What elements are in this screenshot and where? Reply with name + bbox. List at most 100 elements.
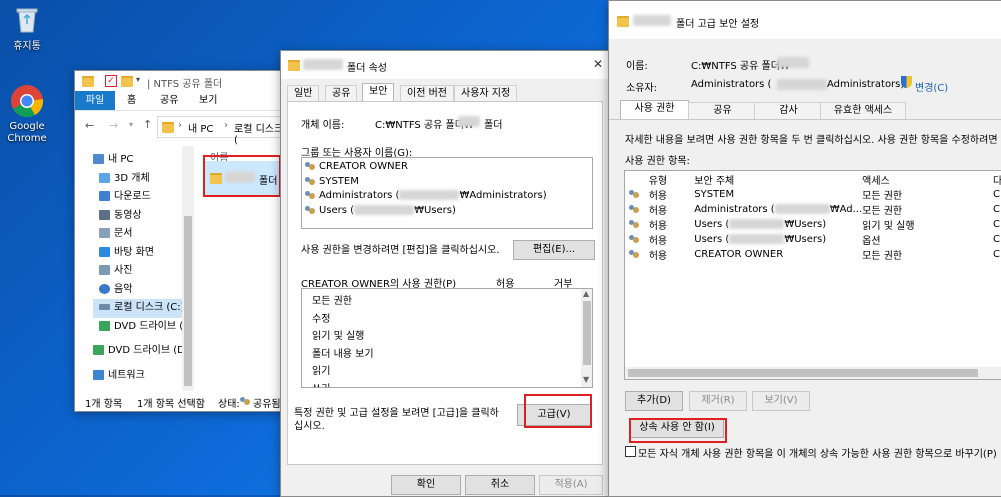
chevron-down-icon[interactable]: ▾: [136, 75, 140, 84]
dvd-icon: [93, 345, 104, 355]
group-item[interactable]: Administrators (₩Administrators): [305, 189, 589, 204]
add-button[interactable]: 추가(D): [625, 391, 683, 411]
ribbon-tabs: 파일 홈 공유 보기: [75, 91, 289, 111]
tab-share[interactable]: 공유: [688, 102, 757, 119]
folder-properties-dialog: 폴더 속성 ✕ 일반 공유 보안 이전 버전 사용자 지정 개체 이름: C:₩…: [280, 50, 610, 497]
desktop-icon-recycle-bin[interactable]: 휴지통: [0, 4, 57, 52]
explorer-title: | NTFS 공유 폴더: [147, 79, 223, 90]
up-arrow-icon[interactable]: ↑: [143, 118, 152, 131]
nav-item-documents[interactable]: 문서: [93, 225, 183, 244]
groups-list[interactable]: CREATOR OWNER SYSTEM Administrators (₩Ad…: [301, 157, 593, 229]
tab-general[interactable]: 일반: [287, 85, 320, 102]
nav-item-video[interactable]: 동영상: [93, 207, 183, 226]
adv-panel: 자세한 내용을 보려면 사용 권한 항목을 두 번 클릭하십시오. 사용 권한 …: [609, 119, 1001, 496]
edit-button[interactable]: 편집(E)...: [513, 240, 595, 260]
close-icon[interactable]: ✕: [593, 57, 603, 71]
dvd-icon: [99, 320, 110, 331]
forward-arrow-icon[interactable]: →: [109, 119, 118, 132]
nav-item-local-disk[interactable]: 로컬 디스크 (C:): [93, 299, 183, 318]
advanced-hint-2: 십시오.: [294, 421, 325, 432]
ok-button[interactable]: 확인: [391, 475, 461, 495]
nav-item-music[interactable]: 음악: [93, 281, 183, 300]
shield-icon: [901, 76, 912, 88]
table-row[interactable]: 허용 CREATOR OWNER 모든 권한 C: [625, 247, 1001, 262]
nav-item-download[interactable]: 다운로드: [93, 188, 183, 207]
table-row[interactable]: 허용 SYSTEM 모든 권한 C: [625, 187, 1001, 202]
scrollbar-thumb[interactable]: [628, 369, 978, 377]
nav-item-pc[interactable]: 내 PC: [93, 151, 183, 170]
group-item[interactable]: SYSTEM: [305, 175, 589, 190]
ribbon-tab-file[interactable]: 파일: [75, 91, 115, 110]
object-name-suffix: 폴더: [484, 120, 503, 131]
replace-child-permissions-checkbox[interactable]: 모든 자식 개체 사용 권한 항목을 이 개체의 상속 가능한 사용 권한 항목…: [625, 445, 1001, 460]
redacted-text: [633, 15, 671, 26]
chevron-down-icon[interactable]: ▾: [129, 120, 133, 129]
group-item[interactable]: CREATOR OWNER: [305, 160, 589, 175]
check-icon[interactable]: ✓: [105, 75, 117, 87]
scroll-up-icon[interactable]: ▲: [583, 289, 589, 298]
scrollbar-thumb[interactable]: [583, 301, 591, 365]
props-titlebar[interactable]: 폴더 속성 ✕: [281, 51, 609, 79]
cancel-button[interactable]: 취소: [465, 475, 535, 495]
redacted-text: [774, 204, 830, 214]
redacted-text: [729, 234, 785, 244]
tab-effective-access[interactable]: 유효한 액세스: [820, 102, 906, 119]
scroll-down-icon[interactable]: ▼: [583, 375, 589, 384]
entries-scrollbar[interactable]: [625, 367, 1001, 379]
tab-share[interactable]: 공유: [325, 85, 358, 102]
back-arrow-icon[interactable]: ←: [85, 119, 94, 132]
music-icon: [99, 283, 110, 294]
desktop-icon-chrome[interactable]: Google Chrome: [0, 84, 57, 145]
scrollbar-thumb[interactable]: [184, 216, 192, 386]
name-label: 이름:: [626, 61, 648, 72]
highlight-disable-inheritance: [629, 418, 727, 443]
permission-entries-table[interactable]: 유형 보안 주체 액세스 다 허용 SYSTEM 모든 권한 C 허용 Admi…: [624, 170, 1001, 380]
table-row[interactable]: 허용 Users (₩Users) 옵션 C: [625, 232, 1001, 247]
nav-item-dvd-d[interactable]: DVD 드라이브 (D: [93, 342, 183, 361]
address-bar[interactable]: › 내 PC › 로컬 디스크 (: [157, 116, 289, 146]
nav-item-desktop[interactable]: 바탕 화면: [93, 244, 183, 263]
checkbox-box[interactable]: [625, 446, 636, 457]
table-row[interactable]: 허용 Administrators (₩Ad... 모든 권한 C: [625, 202, 1001, 217]
header-type[interactable]: 유형: [649, 171, 695, 187]
download-icon: [99, 191, 110, 201]
tab-audit[interactable]: 감사: [754, 102, 823, 119]
tab-security[interactable]: 보안: [362, 83, 395, 102]
perm-item: 수정: [312, 313, 331, 325]
breadcrumb-pc[interactable]: 내 PC: [188, 120, 213, 135]
edit-hint: 사용 권한을 변경하려면 [편집]을 클릭하십시오.: [301, 245, 500, 256]
nav-item-dvd[interactable]: DVD 드라이브 (: [93, 318, 183, 337]
ribbon-tab-home[interactable]: 홈: [127, 91, 136, 110]
advanced-security-window: 폴더 고급 보안 설정 이름: C:₩NTFS 공유 폴더₩ 소유자: Admi…: [608, 0, 1001, 497]
nav-item-pictures[interactable]: 사진: [93, 262, 183, 281]
users-icon: [629, 204, 640, 214]
nav-item-3d[interactable]: 3D 개체: [93, 170, 183, 189]
table-row[interactable]: 허용 Users (₩Users) 읽기 및 실행 C: [625, 217, 1001, 232]
apply-button[interactable]: 적용(A): [539, 475, 603, 495]
pc-icon: [93, 154, 104, 164]
table-header: 유형 보안 주체 액세스 다: [625, 171, 1001, 187]
tab-permissions[interactable]: 사용 권한: [620, 100, 689, 119]
nav-item-network[interactable]: 네트워크: [93, 367, 183, 386]
tab-previous-versions[interactable]: 이전 버전: [400, 85, 454, 102]
permissions-list[interactable]: 모든 권한 수정 읽기 및 실행 폴더 내용 보기 읽기 쓰기 ▲ ▼: [301, 288, 593, 388]
header-principal[interactable]: 보안 주체: [694, 171, 862, 187]
perm-scrollbar[interactable]: ▲ ▼: [581, 289, 592, 387]
header-inherited[interactable]: 다: [993, 171, 1001, 187]
ribbon-tab-share[interactable]: 공유: [160, 91, 178, 110]
group-item[interactable]: Users (₩Users): [305, 204, 589, 219]
highlight-advanced: [524, 394, 592, 428]
change-owner-link[interactable]: 변경(C): [915, 79, 948, 94]
view-button[interactable]: 보기(V): [752, 391, 810, 411]
video-icon: [99, 209, 110, 220]
nav-scrollbar[interactable]: [182, 146, 194, 391]
header-access[interactable]: 액세스: [862, 171, 993, 187]
adv-titlebar[interactable]: 폴더 고급 보안 설정: [609, 1, 1001, 39]
remove-button[interactable]: 제거(R): [689, 391, 747, 411]
tab-customize[interactable]: 사용자 지정: [454, 85, 518, 102]
info-text: 자세한 내용을 보려면 사용 권한 항목을 두 번 클릭하십시오. 사용 권한 …: [625, 135, 1001, 146]
breadcrumb-sep-icon: ›: [224, 120, 228, 131]
ribbon-tab-view[interactable]: 보기: [199, 91, 217, 110]
explorer-titlebar[interactable]: ✓ ▾ | NTFS 공유 폴더: [75, 71, 289, 91]
entries-label: 사용 권한 항목:: [625, 156, 690, 167]
